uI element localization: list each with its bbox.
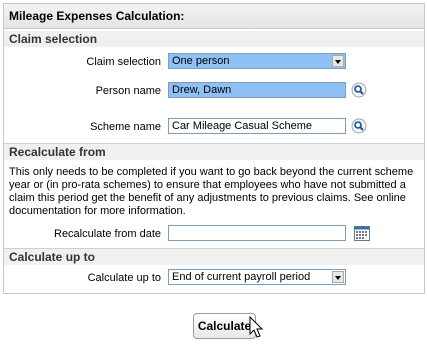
chevron-down-icon[interactable] xyxy=(332,271,344,283)
person-name-field[interactable]: Drew, Dawn xyxy=(168,82,346,98)
calculate-up-to-label: Calculate up to xyxy=(87,272,161,284)
scheme-name-label: Scheme name xyxy=(90,121,161,133)
claim-selection-heading: Claim selection xyxy=(9,32,98,46)
calculate-up-to-header: Calculate up to xyxy=(4,249,424,265)
panel-titlebar: Mileage Expenses Calculation: xyxy=(4,4,424,29)
claim-selection-label: Claim selection xyxy=(86,56,161,68)
calculate-up-to-select[interactable]: End of current payroll period xyxy=(168,269,346,285)
mileage-expenses-panel: Mileage Expenses Calculation: Claim sele… xyxy=(3,3,425,294)
claim-selection-value: One person xyxy=(172,55,230,67)
person-name-value: Drew, Dawn xyxy=(172,84,232,96)
claim-selection-select[interactable]: One person xyxy=(168,53,346,69)
calculate-button[interactable]: Calculate xyxy=(193,313,256,339)
scheme-name-value: Car Mileage Casual Scheme xyxy=(172,120,313,132)
calculate-up-to-value: End of current payroll period xyxy=(172,271,311,283)
scheme-name-field[interactable]: Car Mileage Casual Scheme xyxy=(168,118,346,134)
person-name-label: Person name xyxy=(95,85,161,97)
recalculate-heading: Recalculate from xyxy=(9,145,106,159)
recalculate-description: This only needs to be completed if you w… xyxy=(9,166,414,217)
magnifier-icon[interactable] xyxy=(351,82,367,98)
claim-selection-header: Claim selection xyxy=(4,31,424,47)
recalculate-date-field[interactable] xyxy=(168,225,346,241)
recalculate-date-label: Recalculate from date xyxy=(54,228,161,240)
calculate-up-to-heading: Calculate up to xyxy=(9,250,96,264)
recalculate-header: Recalculate from xyxy=(4,144,424,160)
chevron-down-icon[interactable] xyxy=(332,55,344,67)
mouse-pointer-icon xyxy=(249,316,264,338)
panel-title: Mileage Expenses Calculation: xyxy=(9,9,185,23)
magnifier-icon[interactable] xyxy=(351,118,367,134)
calendar-icon[interactable] xyxy=(354,226,370,241)
